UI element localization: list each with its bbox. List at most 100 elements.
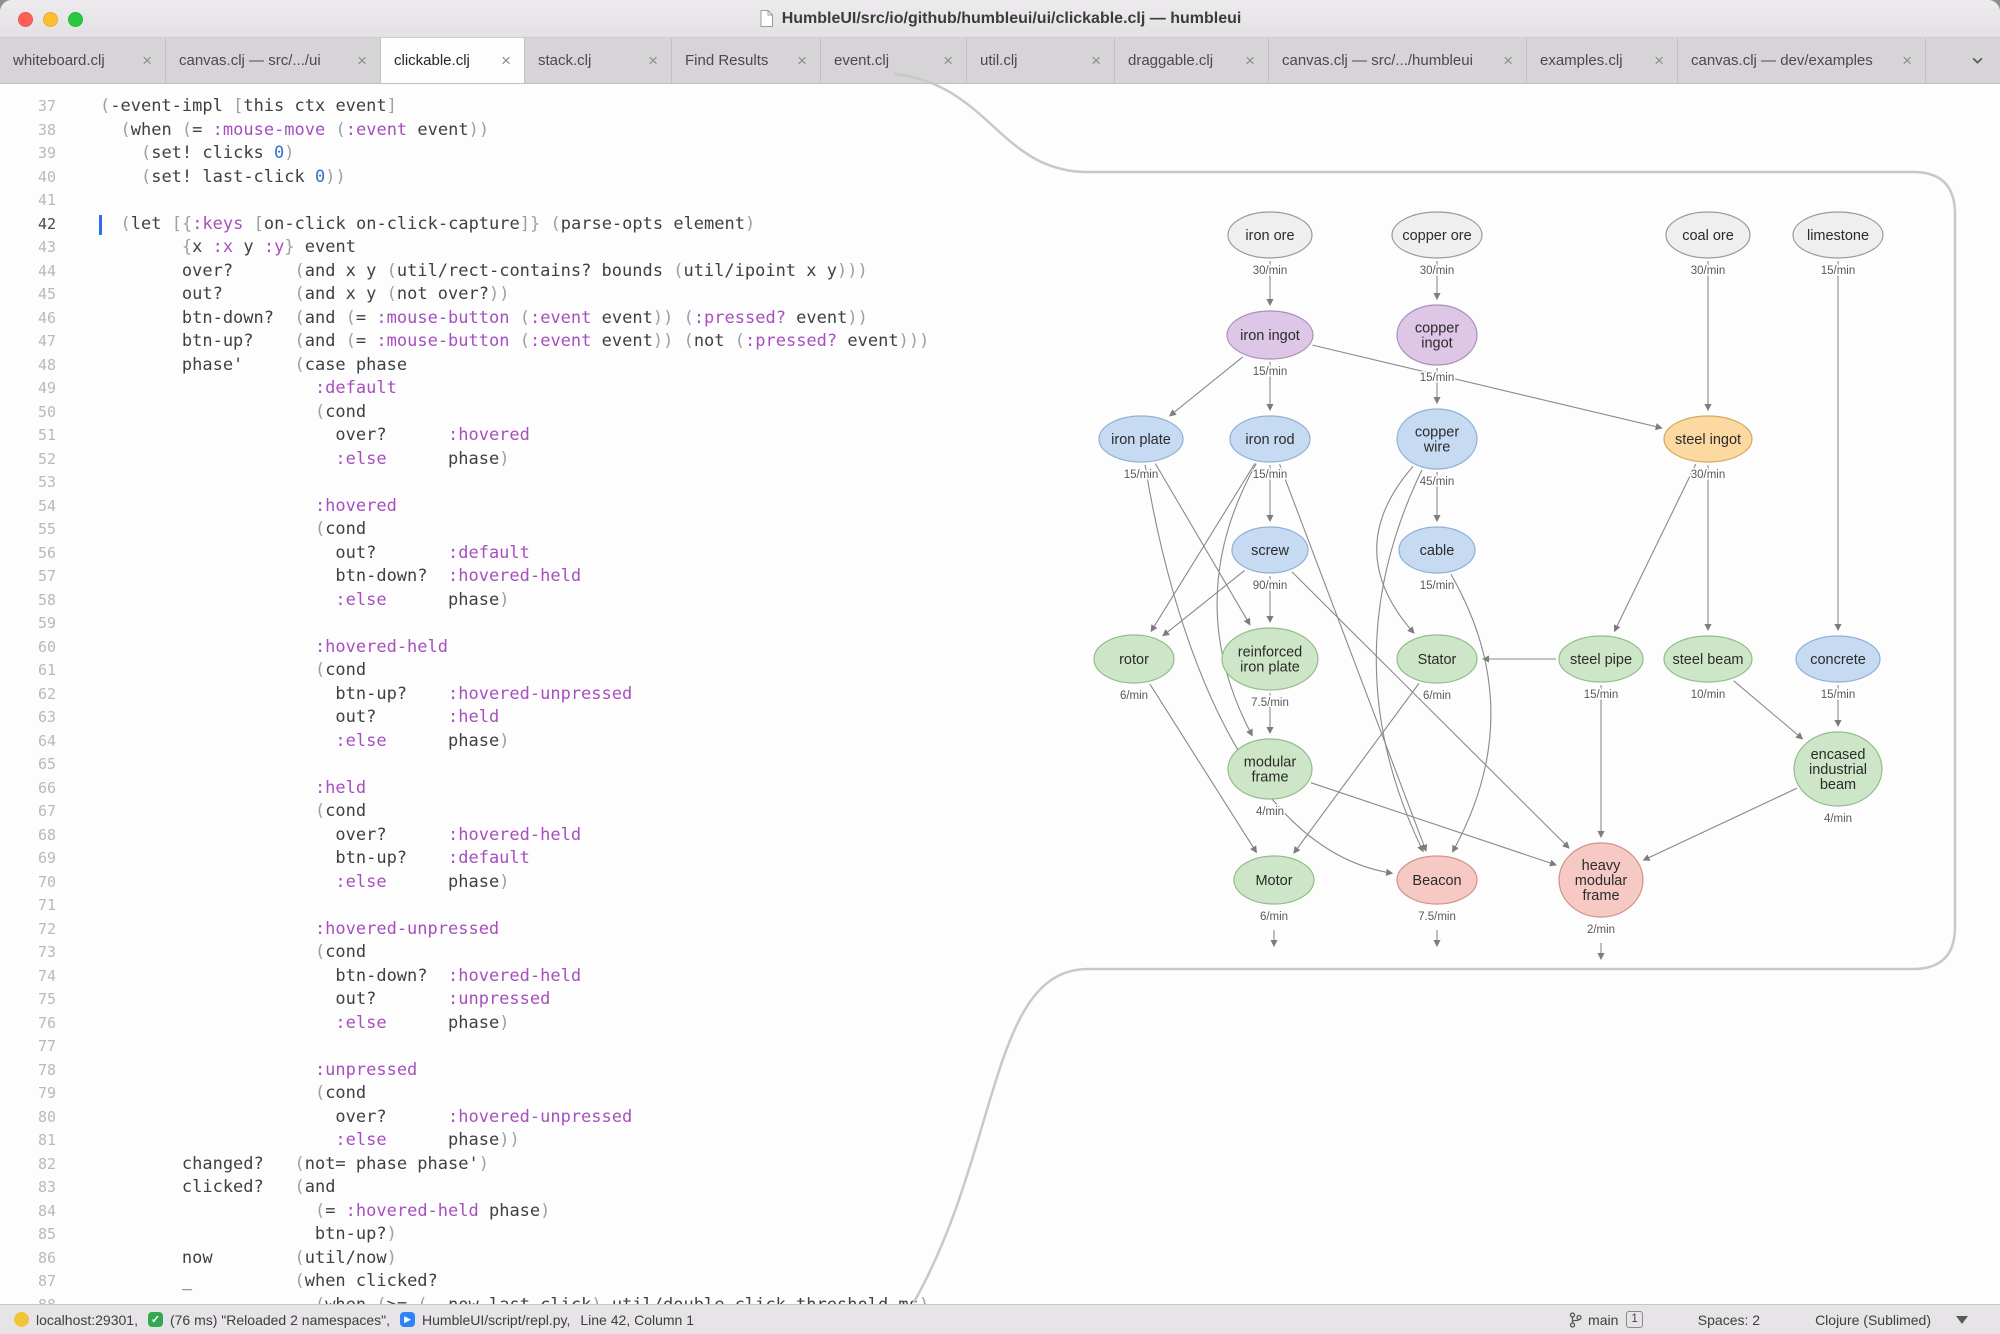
title-wrap: HumbleUI/src/io/github/humbleui/ui/click… bbox=[759, 10, 1242, 28]
line-number: 46 bbox=[0, 307, 56, 331]
code-line: 68 over? :hovered-held bbox=[0, 824, 2000, 848]
tab-label: util.clj bbox=[980, 52, 1018, 69]
code-line: 54 :hovered bbox=[0, 495, 2000, 519]
code-text: :held bbox=[100, 777, 366, 801]
indentation-status[interactable]: Spaces: 2 bbox=[1698, 1312, 1760, 1328]
syntax-status[interactable]: Clojure (Sublimed) bbox=[1815, 1312, 1931, 1328]
code-text: over? (and x y (util/rect-contains? boun… bbox=[100, 260, 868, 284]
code-text: btn-up? :hovered-unpressed bbox=[100, 683, 632, 707]
code-line: 69 btn-up? :default bbox=[0, 847, 2000, 871]
close-tab-icon[interactable]: × bbox=[1654, 52, 1664, 69]
tab-label: draggable.clj bbox=[1128, 52, 1213, 69]
code-line: 42 (let [{:keys [on-click on-click-captu… bbox=[0, 213, 2000, 237]
git-branch-status[interactable]: main 1 bbox=[1569, 1311, 1643, 1328]
tab-examples-clj[interactable]: examples.clj× bbox=[1527, 38, 1678, 83]
code-line: 86 now (util/now) bbox=[0, 1247, 2000, 1271]
code-line: 57 btn-down? :hovered-held bbox=[0, 565, 2000, 589]
code-text: (cond bbox=[100, 800, 366, 824]
code-text: (when (>= (- now last-click) util/double… bbox=[100, 1294, 929, 1305]
tab-label: whiteboard.clj bbox=[13, 52, 105, 69]
code-text: :else phase) bbox=[100, 730, 509, 754]
tab-draggable-clj[interactable]: draggable.clj × bbox=[1115, 38, 1269, 83]
sublime-text-window: HumbleUI/src/io/github/humbleui/ui/click… bbox=[0, 0, 2000, 1334]
code-line: 72 :hovered-unpressed bbox=[0, 918, 2000, 942]
minimize-window-button[interactable] bbox=[43, 12, 58, 27]
code-line: 45 out? (and x y (not over?)) bbox=[0, 283, 2000, 307]
code-line: 39 (set! clicks 0) bbox=[0, 142, 2000, 166]
editor[interactable]: 37(-event-impl [this ctx event]38 (when … bbox=[0, 84, 2000, 1304]
code-line: 40 (set! last-click 0)) bbox=[0, 166, 2000, 190]
line-number: 64 bbox=[0, 730, 56, 754]
line-number: 41 bbox=[0, 189, 56, 213]
status-bar-left: localhost:29301,✓(76 ms) "Reloaded 2 nam… bbox=[14, 1312, 694, 1328]
close-tab-icon[interactable]: × bbox=[797, 52, 807, 69]
code-line: 82 changed? (not= phase phase') bbox=[0, 1153, 2000, 1177]
code-line: 46 btn-down? (and (= :mouse-button (:eve… bbox=[0, 307, 2000, 331]
code-text: (set! last-click 0)) bbox=[100, 166, 346, 190]
line-number: 59 bbox=[0, 612, 56, 636]
close-tab-icon[interactable]: × bbox=[1091, 52, 1101, 69]
close-tab-icon[interactable]: × bbox=[501, 52, 511, 69]
close-tab-icon[interactable]: × bbox=[648, 52, 658, 69]
tab-stack-clj[interactable]: stack.clj× bbox=[525, 38, 672, 83]
code-text: (-event-impl [this ctx event] bbox=[100, 95, 397, 119]
line-number: 85 bbox=[0, 1223, 56, 1247]
code-line: 44 over? (and x y (util/rect-contains? b… bbox=[0, 260, 2000, 284]
line-number: 75 bbox=[0, 988, 56, 1012]
tab-canvas-clj-src-humbleui[interactable]: canvas.clj — src/.../humbleui× bbox=[1269, 38, 1527, 83]
close-tab-icon[interactable]: × bbox=[142, 52, 152, 69]
traffic-lights bbox=[18, 0, 83, 38]
line-number: 83 bbox=[0, 1176, 56, 1200]
code-text: :hovered bbox=[100, 495, 397, 519]
code-text: (set! clicks 0) bbox=[100, 142, 295, 166]
tab-overflow-chevron-icon[interactable] bbox=[1955, 38, 2000, 83]
tab-bar: whiteboard.clj×canvas.clj — src/.../ui×c… bbox=[0, 38, 2000, 84]
tab-canvas-clj-dev-examples[interactable]: canvas.clj — dev/examples× bbox=[1678, 38, 1926, 83]
line-number: 88 bbox=[0, 1294, 56, 1305]
tab-canvas-clj-src-ui[interactable]: canvas.clj — src/.../ui× bbox=[166, 38, 381, 83]
status-segment: ✓(76 ms) "Reloaded 2 namespaces", bbox=[148, 1312, 390, 1328]
close-tab-icon[interactable]: × bbox=[1902, 52, 1912, 69]
code-line: 87 _ (when clicked? bbox=[0, 1270, 2000, 1294]
code-text: over? :hovered bbox=[100, 424, 530, 448]
modified-count-badge: 1 bbox=[1626, 1311, 1642, 1328]
tab-util-clj[interactable]: util.clj × bbox=[967, 38, 1115, 83]
tab-whiteboard-clj[interactable]: whiteboard.clj × bbox=[0, 38, 166, 83]
close-tab-icon[interactable]: × bbox=[1503, 52, 1513, 69]
line-number: 82 bbox=[0, 1153, 56, 1177]
line-number: 62 bbox=[0, 683, 56, 707]
line-number: 60 bbox=[0, 636, 56, 660]
line-number: 79 bbox=[0, 1082, 56, 1106]
code-text: :else phase) bbox=[100, 871, 509, 895]
code-text: :else phase)) bbox=[100, 1129, 520, 1153]
code-text: :else phase) bbox=[100, 589, 509, 613]
tab-event-clj[interactable]: event.clj× bbox=[821, 38, 967, 83]
dropdown-triangle-icon[interactable] bbox=[1956, 1316, 1968, 1324]
tab-find-results[interactable]: Find Results× bbox=[672, 38, 821, 83]
code-text: (cond bbox=[100, 1082, 366, 1106]
line-number: 70 bbox=[0, 871, 56, 895]
code-text: :else phase) bbox=[100, 1012, 509, 1036]
yellow-dot-icon bbox=[14, 1312, 29, 1327]
tab-clickable-clj[interactable]: clickable.clj× bbox=[381, 38, 525, 83]
code-line: 80 over? :hovered-unpressed bbox=[0, 1106, 2000, 1130]
code-text: phase' (case phase bbox=[100, 354, 407, 378]
title-bar: HumbleUI/src/io/github/humbleui/ui/click… bbox=[0, 0, 2000, 38]
line-number: 44 bbox=[0, 260, 56, 284]
close-tab-icon[interactable]: × bbox=[943, 52, 953, 69]
line-number: 81 bbox=[0, 1129, 56, 1153]
code-line: 47 btn-up? (and (= :mouse-button (:event… bbox=[0, 330, 2000, 354]
code-line: 79 (cond bbox=[0, 1082, 2000, 1106]
line-number: 66 bbox=[0, 777, 56, 801]
close-tab-icon[interactable]: × bbox=[1245, 52, 1255, 69]
zoom-window-button[interactable] bbox=[68, 12, 83, 27]
code-text: btn-up? (and (= :mouse-button (:event ev… bbox=[100, 330, 929, 354]
code-text: (cond bbox=[100, 401, 366, 425]
code-text: over? :hovered-unpressed bbox=[100, 1106, 632, 1130]
line-number: 72 bbox=[0, 918, 56, 942]
code-line: 74 btn-down? :hovered-held bbox=[0, 965, 2000, 989]
code-line: 51 over? :hovered bbox=[0, 424, 2000, 448]
close-window-button[interactable] bbox=[18, 12, 33, 27]
code-line: 64 :else phase) bbox=[0, 730, 2000, 754]
close-tab-icon[interactable]: × bbox=[357, 52, 367, 69]
